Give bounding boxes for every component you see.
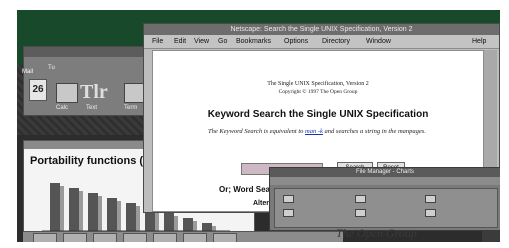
taskbar-button[interactable]	[33, 233, 57, 242]
file-icon[interactable]	[425, 195, 436, 203]
taskbar-button[interactable]	[183, 233, 207, 242]
file-manager-menubar[interactable]	[270, 177, 500, 185]
browser-menubar: File Edit View Go Bookmarks Options Dire…	[144, 35, 499, 49]
text-editor-icon[interactable]: Tlr	[80, 82, 108, 102]
taskbar-button[interactable]	[63, 233, 87, 242]
text-label: Text	[86, 105, 98, 111]
bar	[50, 183, 60, 231]
desktop-screenshot: Tu Mail 26 Tlr Calc Text Term Portabilit…	[17, 10, 500, 242]
menu-window[interactable]: Window	[366, 35, 391, 48]
taskbar-button[interactable]	[123, 233, 147, 242]
menu-file[interactable]: File	[152, 35, 163, 48]
page-copyright: Copyright © 1997 The Open Group	[278, 89, 358, 95]
taskbar-button[interactable]	[153, 233, 177, 242]
menu-directory[interactable]: Directory	[322, 35, 350, 48]
taskbar-button[interactable]	[213, 233, 237, 242]
bar	[202, 223, 212, 231]
tool-panel: Tu Mail 26 Tlr Calc Text Term	[22, 46, 155, 116]
file-icon[interactable]	[355, 195, 366, 203]
file-manager-window: File Manager - Charts	[269, 167, 500, 231]
intro-text-end: and searches a string in the manpages.	[322, 128, 426, 135]
menu-edit[interactable]: Edit	[174, 35, 186, 48]
calc-label: Calc	[56, 105, 69, 111]
bar	[107, 198, 117, 231]
file-icon[interactable]	[355, 209, 366, 217]
bar	[69, 188, 79, 231]
taskbar	[23, 231, 343, 242]
tool-side-label: Mail	[22, 69, 34, 75]
open-group-logo-text: The Open Group	[336, 226, 417, 240]
calculator-icon[interactable]	[56, 83, 78, 103]
menu-bookmarks[interactable]: Bookmarks	[236, 35, 271, 48]
menu-view[interactable]: View	[194, 35, 209, 48]
menu-options[interactable]: Options	[284, 35, 308, 48]
file-icon[interactable]	[283, 209, 294, 217]
bar	[183, 218, 193, 231]
menu-help[interactable]: Help	[472, 35, 486, 48]
bar	[88, 193, 98, 231]
calendar-icon[interactable]: 26	[29, 79, 47, 101]
menu-go[interactable]: Go	[218, 35, 227, 48]
browser-titlebar[interactable]: Netscape: Search the Single UNIX Specifi…	[144, 24, 499, 35]
tool-panel-titlebar[interactable]	[24, 47, 154, 57]
tool-panel-label: Tu	[48, 65, 55, 71]
intro-text-start: The Keyword Search is equivalent to	[208, 128, 306, 135]
bar	[126, 203, 136, 231]
term-label: Term	[124, 105, 138, 111]
file-manager-titlebar[interactable]: File Manager - Charts	[270, 168, 500, 177]
page-heading: Keyword Search the Single UNIX Specifica…	[207, 109, 429, 120]
bar	[164, 213, 174, 231]
man-k-link[interactable]: man -k	[305, 128, 323, 135]
file-icon[interactable]	[283, 195, 294, 203]
taskbar-button[interactable]	[93, 233, 117, 242]
file-manager-body	[274, 188, 498, 228]
file-icon[interactable]	[425, 209, 436, 217]
page-intro: The Keyword Search is equivalent to man …	[167, 127, 467, 136]
page-subtitle: The Single UNIX Specification, Version 2	[267, 81, 369, 87]
